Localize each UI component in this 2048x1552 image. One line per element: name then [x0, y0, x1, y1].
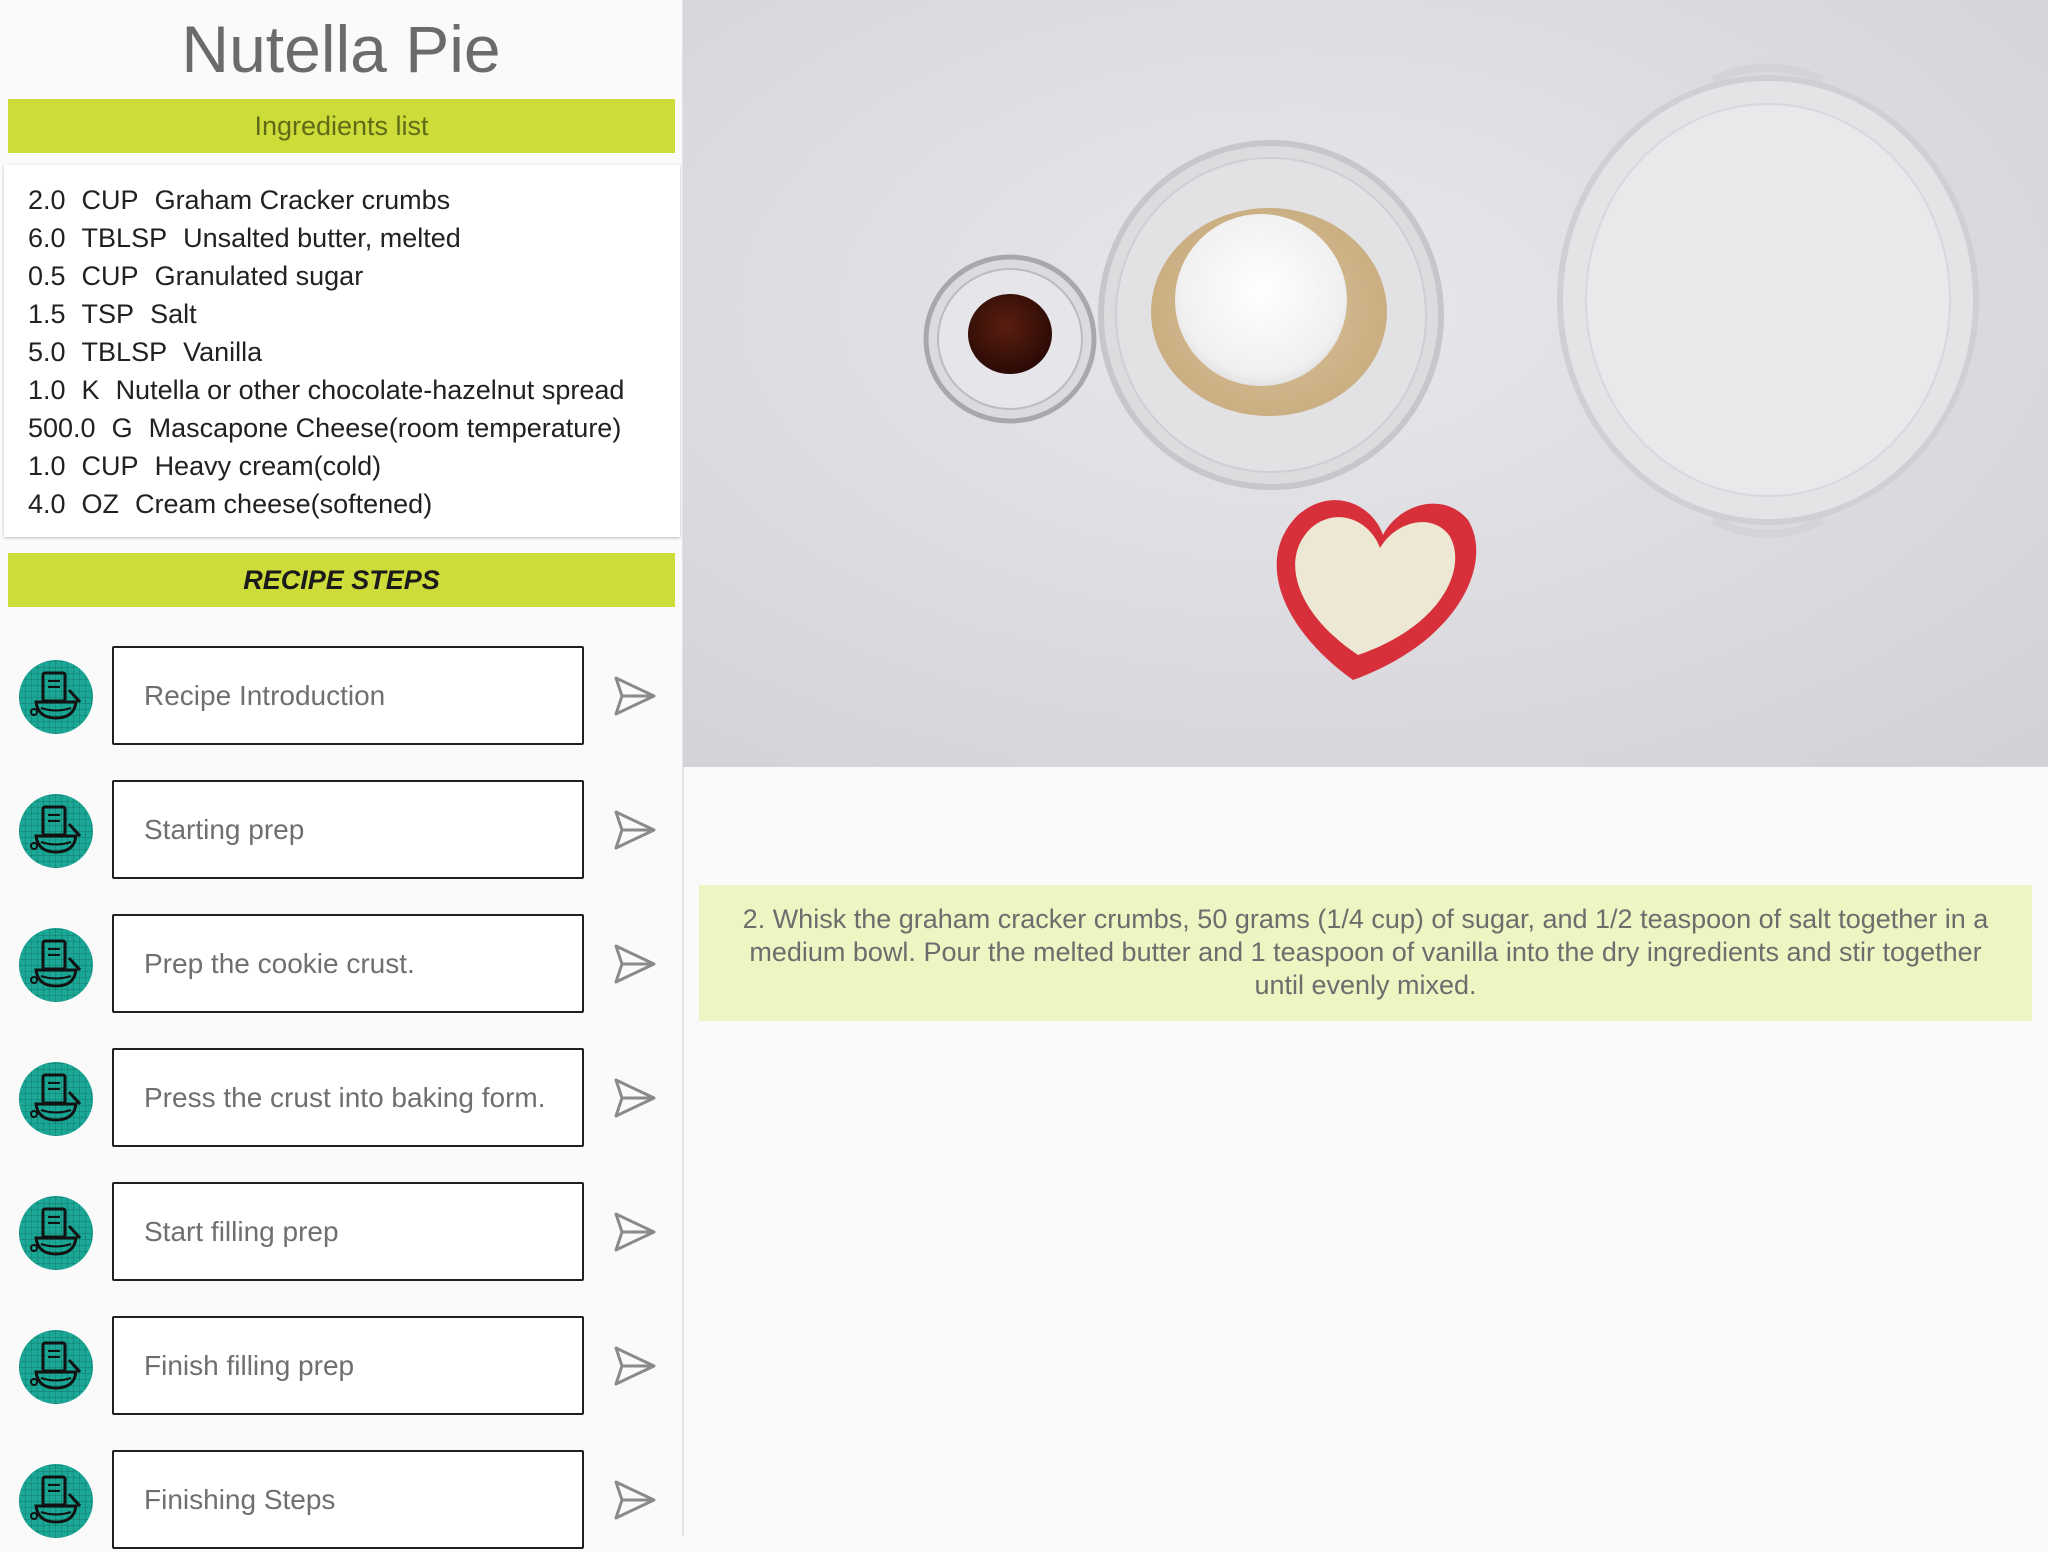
send-icon[interactable]	[612, 1343, 658, 1389]
cooking-bowl-icon	[19, 1062, 93, 1136]
ingredient-unit: OZ	[81, 489, 120, 519]
cooking-bowl-icon	[19, 928, 93, 1002]
recipe-panel: Nutella Pie Ingredients list 2.0 CUP Graha…	[0, 0, 682, 1549]
ingredient-qty: 0.5	[28, 261, 66, 291]
ingredients-photo-svg	[683, 0, 2048, 767]
ingredient-qty: 500.0	[28, 413, 96, 443]
ingredient-item: 2.0 CUP Graham Cracker crumbs	[28, 181, 624, 219]
ingredient-name: Mascapone Cheese(room temperature)	[148, 413, 622, 443]
ingredient-unit: K	[81, 375, 100, 405]
ingredient-unit: G	[111, 413, 133, 443]
step-input[interactable]: Starting prep	[112, 780, 584, 879]
ingredient-item: 1.0 CUP Heavy cream(cold)	[28, 447, 624, 485]
ingredient-item: 500.0 G Mascapone Cheese(room temperature)	[28, 409, 624, 447]
ingredient-unit: CUP	[81, 185, 139, 215]
ingredient-item: 6.0 TBLSP Unsalted butter, melted	[28, 219, 624, 257]
ingredient-qty: 2.0	[28, 185, 66, 215]
send-icon[interactable]	[612, 1477, 658, 1523]
ingredient-name: Salt	[150, 299, 197, 329]
step-input[interactable]: Finish filling prep	[112, 1316, 584, 1415]
cooking-bowl-icon	[19, 1330, 93, 1404]
ingredient-unit: TBLSP	[81, 337, 168, 367]
step-input[interactable]: Recipe Introduction	[112, 646, 584, 745]
step-row: Recipe Introduction	[0, 646, 682, 748]
ingredient-name: Nutella or other chocolate-hazelnut spre…	[115, 375, 625, 405]
step-input[interactable]: Press the crust into baking form.	[112, 1048, 584, 1147]
ingredient-unit: CUP	[81, 261, 139, 291]
ingredient-name: Graham Cracker crumbs	[154, 185, 451, 215]
ingredient-name: Heavy cream(cold)	[154, 451, 382, 481]
ingredient-qty: 6.0	[28, 223, 66, 253]
step-row: Finish filling prep	[0, 1316, 682, 1418]
ingredient-name: Granulated sugar	[154, 261, 364, 291]
send-icon[interactable]	[612, 1209, 658, 1255]
cooking-bowl-icon	[19, 794, 93, 868]
step-input[interactable]: Prep the cookie crust.	[112, 914, 584, 1013]
step-row: Prep the cookie crust.	[0, 914, 682, 1016]
ingredient-qty: 1.5	[28, 299, 66, 329]
ingredients-header: Ingredients list	[8, 99, 675, 153]
ingredient-qty: 1.0	[28, 451, 66, 481]
step-input[interactable]: Finishing Steps	[112, 1450, 584, 1549]
send-icon[interactable]	[612, 941, 658, 987]
step-input[interactable]: Start filling prep	[112, 1182, 584, 1281]
ingredient-name: Cream cheese(softened)	[135, 489, 433, 519]
ingredient-qty: 1.0	[28, 375, 66, 405]
cooking-bowl-icon	[19, 1464, 93, 1538]
step-row: Press the crust into baking form.	[0, 1048, 682, 1150]
ingredient-item: 5.0 TBLSP Vanilla	[28, 333, 624, 371]
step-row: Starting prep	[0, 780, 682, 882]
send-icon[interactable]	[612, 673, 658, 719]
recipe-steps-header: RECIPE STEPS	[8, 553, 675, 607]
ingredient-item: 0.5 CUP Granulated sugar	[28, 257, 624, 295]
ingredient-item: 4.0 OZ Cream cheese(softened)	[28, 485, 624, 523]
cooking-bowl-icon	[19, 660, 93, 734]
step-row: Finishing Steps	[0, 1450, 682, 1552]
ingredients-card: 2.0 CUP Graham Cracker crumbs 6.0 TBLSP Unsa…	[4, 165, 680, 537]
ingredient-unit: CUP	[81, 451, 139, 481]
ingredient-qty: 5.0	[28, 337, 66, 367]
ingredient-item: 1.5 TSP Salt	[28, 295, 624, 333]
ingredient-item: 1.0 K Nutella or other chocolate-hazelnut …	[28, 371, 624, 409]
step-row: Start filling prep	[0, 1182, 682, 1284]
ingredients-photo	[683, 0, 2048, 767]
page-title: Nutella Pie	[181, 12, 501, 86]
ingredient-qty: 4.0	[28, 489, 66, 519]
ingredient-unit: TBLSP	[81, 223, 168, 253]
ingredient-name: Vanilla	[183, 337, 263, 367]
send-icon[interactable]	[612, 1075, 658, 1121]
ingredients-list: 2.0 CUP Graham Cracker crumbs 6.0 TBLSP Unsa…	[28, 181, 624, 523]
ingredient-unit: TSP	[81, 299, 135, 329]
ingredient-name: Unsalted butter, melted	[183, 223, 461, 253]
send-icon[interactable]	[612, 807, 658, 853]
cooking-bowl-icon	[19, 1196, 93, 1270]
step-description: 2. Whisk the graham cracker crumbs, 50 g…	[699, 885, 2032, 1021]
